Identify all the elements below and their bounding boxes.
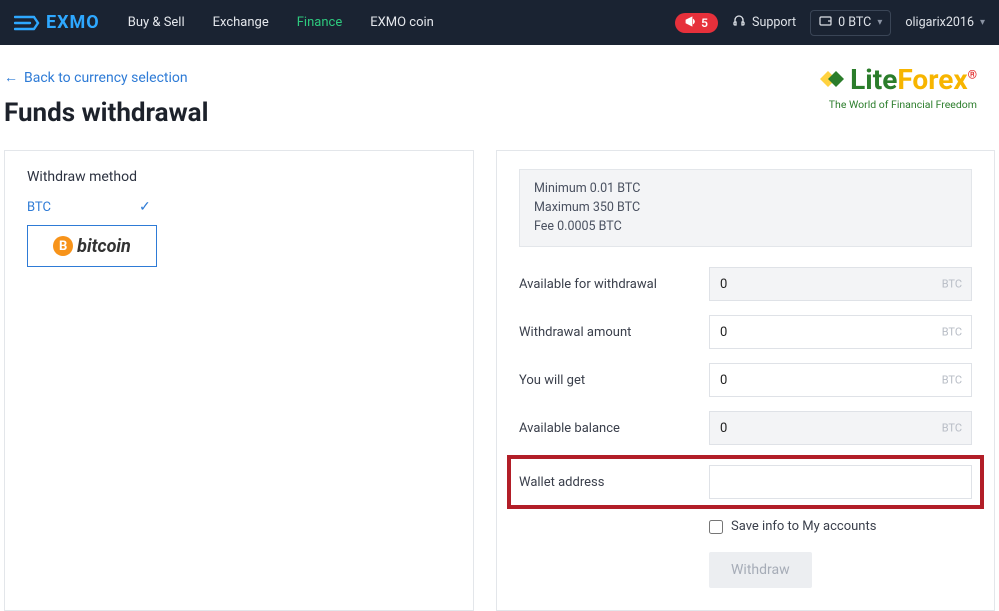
alerts-button[interactable]: 5 <box>675 13 718 33</box>
field-amount[interactable] <box>709 315 972 349</box>
limit-max: Maximum 350 BTC <box>534 199 957 218</box>
field-youget[interactable] <box>709 363 972 397</box>
save-info-label: Save info to My accounts <box>731 519 876 534</box>
username: oligarix2016 <box>905 15 974 30</box>
liteforex-mark-icon <box>816 65 848 100</box>
back-link[interactable]: ← Back to currency selection <box>4 69 188 86</box>
row-youget: You will get BTC <box>519 363 972 397</box>
wallet-dropdown[interactable]: 0 BTC ▾ <box>810 10 891 36</box>
field-wallet-address[interactable] <box>709 465 972 499</box>
row-balance: Available balance BTC <box>519 411 972 445</box>
check-icon: ✓ <box>139 199 157 215</box>
support-label: Support <box>752 15 796 30</box>
nav-exchange[interactable]: Exchange <box>213 15 269 30</box>
brand-name: EXMO <box>46 12 100 33</box>
unit-available: BTC <box>942 278 962 291</box>
withdraw-form-panel: Minimum 0.01 BTC Maximum 350 BTC Fee 0.0… <box>496 150 995 611</box>
save-info-checkbox[interactable] <box>709 520 723 534</box>
bitcoin-icon: B <box>53 236 73 256</box>
method-name: bitcoin <box>77 236 131 257</box>
chevron-down-icon: ▾ <box>980 17 985 28</box>
header-right: 5 Support 0 BTC ▾ oligarix2016 ▾ <box>675 10 985 36</box>
registered-mark: ® <box>968 68 977 82</box>
row-wallet-address: Wallet address <box>511 459 980 505</box>
row-amount: Withdrawal amount BTC <box>519 315 972 349</box>
label-youget: You will get <box>519 373 709 388</box>
save-info-row: Save info to My accounts <box>519 519 972 534</box>
support-button[interactable]: Support <box>732 14 796 32</box>
nav-buy-sell[interactable]: Buy & Sell <box>128 15 185 30</box>
row-available: Available for withdrawal BTC <box>519 267 972 301</box>
brand-mark-icon <box>14 15 40 31</box>
user-dropdown[interactable]: oligarix2016 ▾ <box>905 15 985 30</box>
unit-youget: BTC <box>942 374 962 387</box>
label-amount: Withdrawal amount <box>519 325 709 340</box>
limits-box: Minimum 0.01 BTC Maximum 350 BTC Fee 0.0… <box>519 169 972 247</box>
field-balance <box>709 411 972 445</box>
limit-min: Minimum 0.01 BTC <box>534 180 957 199</box>
label-balance: Available balance <box>519 421 709 436</box>
wallet-balance: 0 BTC <box>838 15 871 30</box>
withdraw-method-panel: Withdraw method BTC ✓ B bitcoin <box>4 150 474 611</box>
main: LiteForex® The World of Financial Freedo… <box>0 45 999 611</box>
method-card-bitcoin[interactable]: B bitcoin <box>27 225 157 267</box>
back-link-label: Back to currency selection <box>24 70 188 86</box>
primary-nav: Buy & Sell Exchange Finance EXMO coin <box>128 15 434 30</box>
chevron-down-icon: ▾ <box>877 17 882 28</box>
currency-tab-btc[interactable]: BTC <box>27 200 51 215</box>
liteforex-part2: Forex <box>897 63 967 96</box>
label-wallet: Wallet address <box>519 475 709 490</box>
arrow-left-icon: ← <box>4 69 18 86</box>
liteforex-watermark: LiteForex® The World of Financial Freedo… <box>816 63 977 111</box>
label-available: Available for withdrawal <box>519 277 709 292</box>
megaphone-icon <box>685 16 697 30</box>
field-available <box>709 267 972 301</box>
unit-balance: BTC <box>942 422 962 435</box>
nav-finance[interactable]: Finance <box>297 15 342 30</box>
withdraw-method-heading: Withdraw method <box>27 169 451 185</box>
brand-logo[interactable]: EXMO <box>14 12 100 33</box>
withdraw-button[interactable]: Withdraw <box>709 552 812 588</box>
alerts-count: 5 <box>701 16 708 30</box>
limit-fee: Fee 0.0005 BTC <box>534 218 957 237</box>
headset-icon <box>732 14 746 32</box>
currency-tab-strip: BTC ✓ <box>27 199 157 225</box>
wallet-icon <box>819 15 832 31</box>
liteforex-part1: Lite <box>850 63 897 96</box>
unit-amount: BTC <box>942 326 962 339</box>
liteforex-tagline: The World of Financial Freedom <box>816 98 977 111</box>
app-header: EXMO Buy & Sell Exchange Finance EXMO co… <box>0 0 999 45</box>
nav-exmo-coin[interactable]: EXMO coin <box>370 15 434 30</box>
